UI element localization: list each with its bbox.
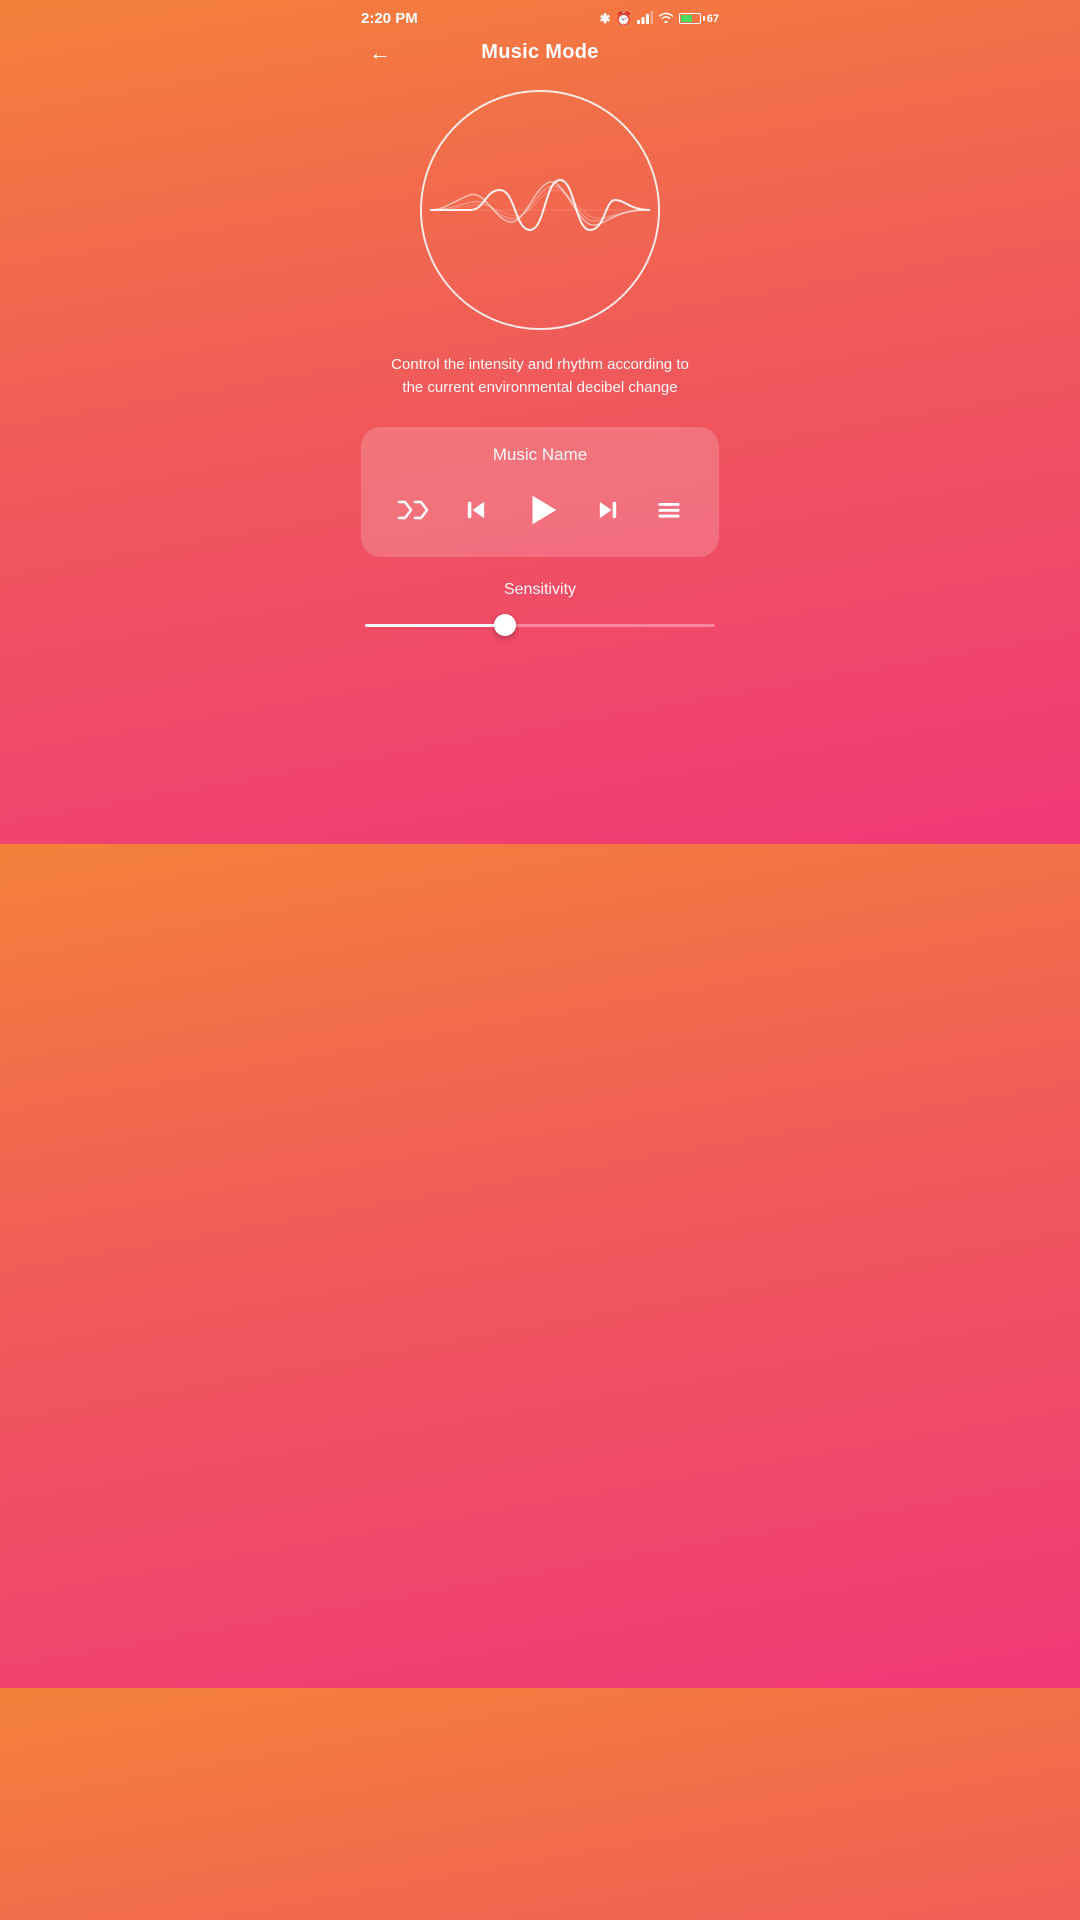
shuffle-icon <box>397 496 429 524</box>
play-icon <box>523 491 561 529</box>
back-icon: ← <box>369 40 391 65</box>
status-bar: 2:20 PM ✱ ⏰ <box>345 0 735 33</box>
play-button[interactable] <box>517 485 567 535</box>
player-controls <box>381 485 699 535</box>
slider-thumb[interactable] <box>494 614 516 636</box>
waveform-container <box>420 90 660 330</box>
sensitivity-slider-container[interactable] <box>365 613 715 637</box>
page-title: Music Mode <box>481 41 598 64</box>
sensitivity-section: Sensitivity <box>345 581 735 637</box>
prev-icon <box>462 496 490 524</box>
status-icons: ✱ ⏰ 67 <box>600 11 719 27</box>
slider-track <box>365 624 715 627</box>
battery-icon: 67 <box>679 13 719 25</box>
player-card: Music Name <box>361 427 719 557</box>
shuffle-button[interactable] <box>391 490 435 530</box>
music-name-label: Music Name <box>381 445 699 465</box>
prev-button[interactable] <box>456 490 496 530</box>
next-button[interactable] <box>588 490 628 530</box>
description-text: Control the intensity and rhythm accordi… <box>345 354 735 399</box>
waveform-circle <box>420 90 660 330</box>
status-time: 2:20 PM <box>361 10 418 27</box>
back-button[interactable]: ← <box>365 36 395 70</box>
waveform-svg <box>430 150 650 270</box>
slider-fill <box>365 624 505 627</box>
battery-level: 67 <box>707 13 719 25</box>
next-icon <box>594 496 622 524</box>
menu-icon <box>655 496 683 524</box>
alarm-icon: ⏰ <box>616 11 632 27</box>
signal-icon <box>637 11 653 27</box>
sensitivity-label: Sensitivity <box>365 581 715 599</box>
bluetooth-icon: ✱ <box>600 11 611 27</box>
menu-button[interactable] <box>649 490 689 530</box>
header: ← Music Mode <box>345 33 735 80</box>
wifi-icon <box>658 11 674 27</box>
